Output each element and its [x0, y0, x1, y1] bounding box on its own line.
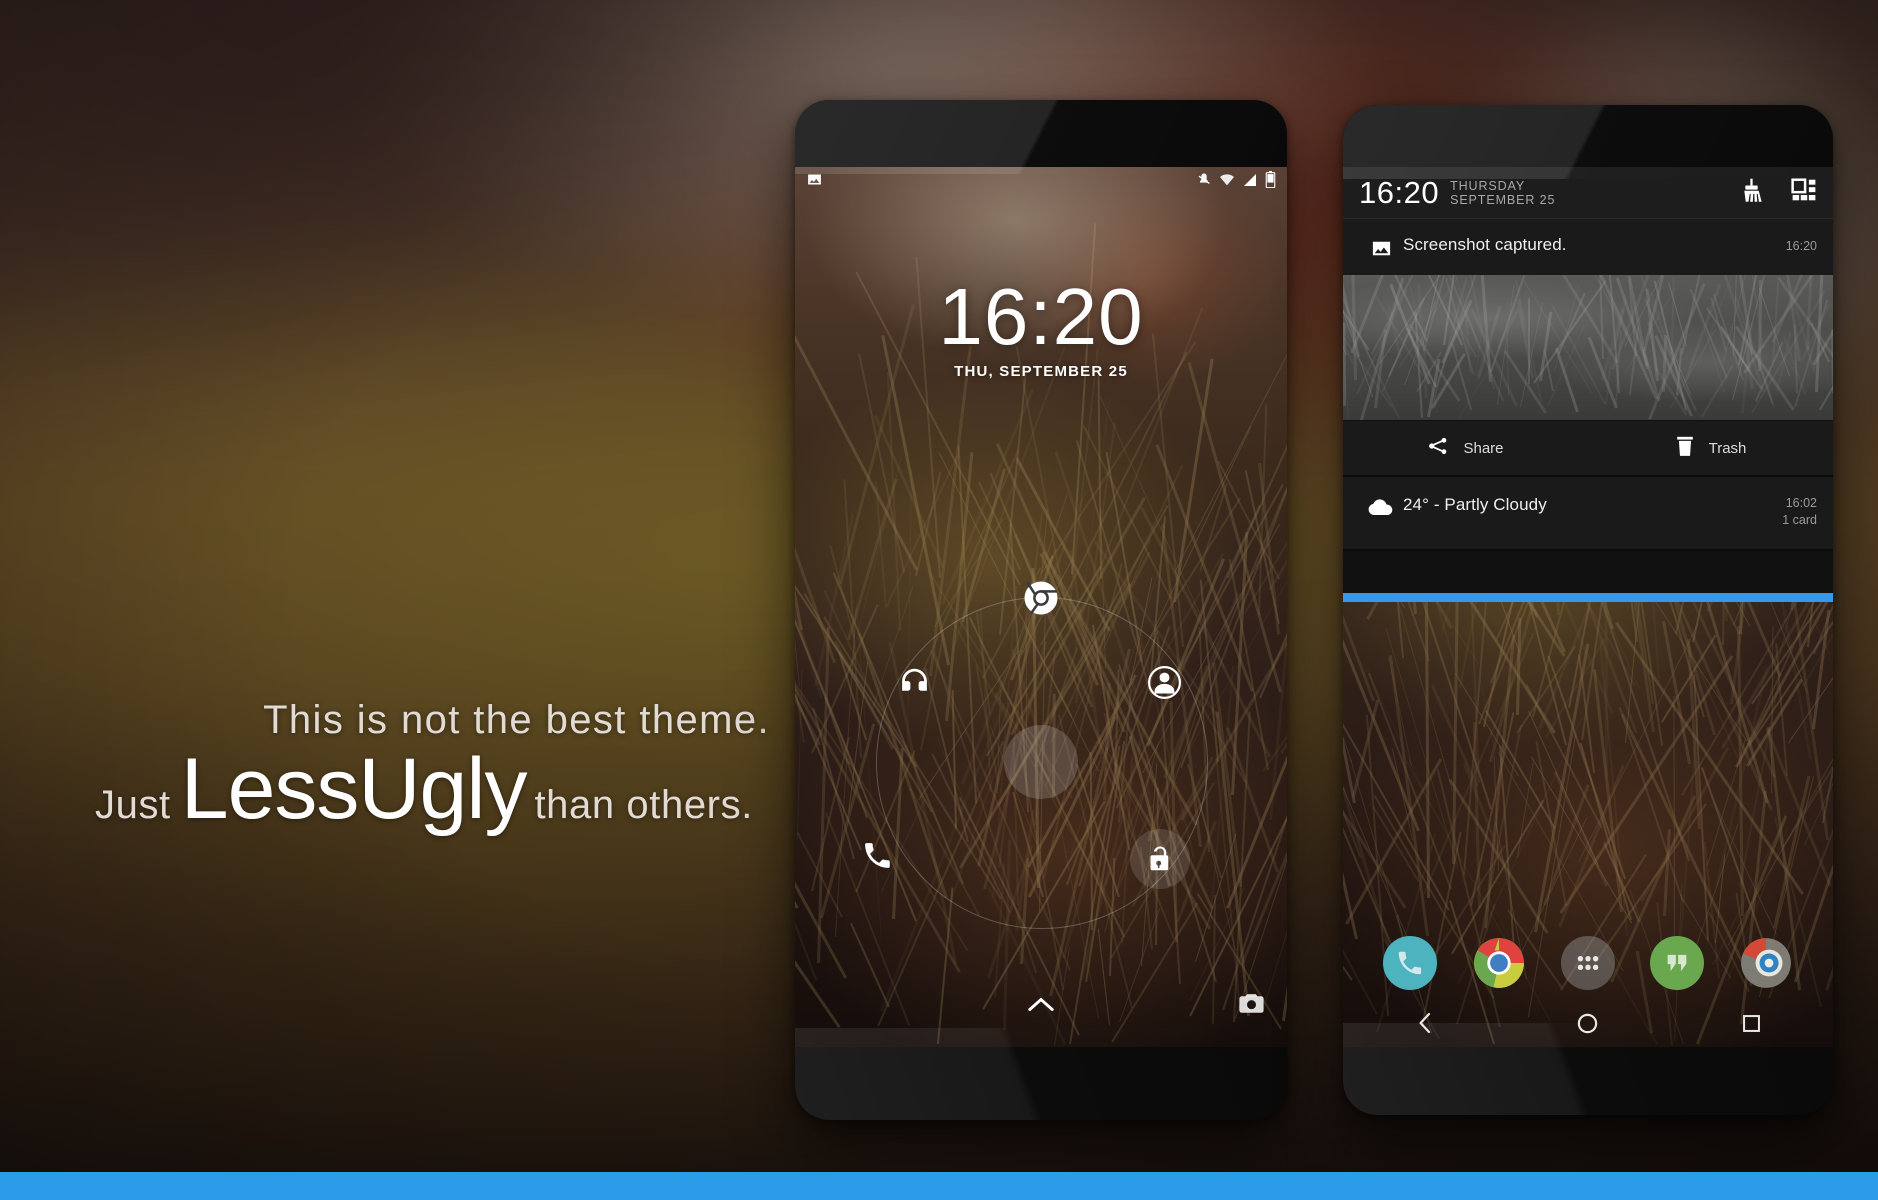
home-button[interactable] [1565, 1000, 1611, 1046]
showcase-canvas: This is not the best theme. Just LessUgl… [0, 0, 1878, 1200]
status-bar-left-icons [806, 171, 823, 193]
image-icon [806, 171, 823, 193]
mute-icon [1196, 172, 1212, 193]
shade-accent-handle[interactable] [1343, 593, 1833, 602]
notification-subtitle: 1 card [1782, 512, 1817, 529]
tagline-line-1: This is not the best theme. [95, 700, 775, 740]
notification-title: 24° - Partly Cloudy [1403, 495, 1547, 514]
battery-icon [1265, 171, 1276, 193]
shade-date: SEPTEMBER 25 [1450, 193, 1555, 207]
phone-device-notification-shade: 16:20 THURSDAY SEPTEMBER 25 Screenshot c… [1343, 105, 1833, 1115]
headphones-icon[interactable] [891, 659, 937, 705]
tagline-block: This is not the best theme. Just LessUgl… [95, 700, 775, 832]
shade-header-actions [1738, 177, 1817, 209]
cloud-icon [1359, 495, 1403, 517]
chevron-up-icon[interactable] [1026, 995, 1056, 1019]
phone-device-lockscreen: 16:20 THU, SEPTEMBER 25 [795, 100, 1287, 1120]
image-icon [1359, 235, 1403, 260]
homescreen-screen: 16:20 THURSDAY SEPTEMBER 25 Screenshot c… [1343, 167, 1833, 1047]
back-button[interactable] [1402, 1000, 1448, 1046]
notification-meta: 16:02 1 card [1782, 495, 1817, 529]
hangouts-app-icon[interactable] [1650, 936, 1704, 990]
chrome-app-icon[interactable] [1472, 936, 1526, 990]
notification-time: 16:20 [1786, 239, 1817, 253]
lockscreen-screen: 16:20 THU, SEPTEMBER 25 [795, 167, 1287, 1047]
screenshot-preview-blades [1343, 275, 1833, 420]
share-action[interactable]: Share [1343, 435, 1588, 462]
lock-handle[interactable] [1004, 725, 1078, 799]
recents-button[interactable] [1728, 1000, 1774, 1046]
notification-header-row: 24° - Partly Cloudy 16:02 1 card [1343, 477, 1833, 549]
notification-header-row: Screenshot captured. 16:20 [1343, 219, 1833, 275]
broom-icon[interactable] [1738, 177, 1765, 209]
status-bar-right-icons [1196, 171, 1276, 193]
notification-weather[interactable]: 24° - Partly Cloudy 16:02 1 card [1343, 477, 1833, 551]
lockscreen-clock: 16:20 THU, SEPTEMBER 25 [795, 279, 1287, 380]
share-icon [1427, 435, 1449, 462]
camera-app-icon[interactable] [1739, 936, 1793, 990]
notification-meta: 16:20 [1786, 235, 1817, 257]
notification-time: 16:02 [1782, 495, 1817, 512]
trash-label: Trash [1709, 440, 1747, 457]
tagline-brand-name: LessUgly [181, 746, 527, 832]
unlock-icon[interactable] [1130, 829, 1190, 889]
shade-clock-time: 16:20 [1359, 177, 1439, 208]
shade-empty-area [1343, 551, 1833, 593]
chrome-icon[interactable] [1018, 575, 1064, 621]
lockscreen-time: 16:20 [795, 279, 1287, 355]
screenshot-preview-thumbnail[interactable] [1343, 275, 1833, 420]
notification-screenshot[interactable]: Screenshot captured. 16:20 Share Trash [1343, 219, 1833, 477]
lockscreen-bottom-bar [795, 983, 1287, 1041]
tagline-than-others: than others. [534, 785, 752, 825]
lockscreen-status-bar [795, 167, 1287, 197]
notification-shade: 16:20 THURSDAY SEPTEMBER 25 Screenshot c… [1343, 167, 1833, 602]
phone-app-icon[interactable] [1383, 936, 1437, 990]
tagline-just: Just [95, 785, 171, 825]
trash-action[interactable]: Trash [1588, 435, 1833, 462]
homescreen-dock [1343, 927, 1833, 999]
signal-icon [1242, 172, 1258, 193]
quick-settings-tiles-icon[interactable] [1791, 177, 1817, 208]
contacts-icon[interactable] [1141, 659, 1187, 705]
lockscreen-date: THU, SEPTEMBER 25 [795, 363, 1287, 380]
app-drawer-icon[interactable] [1561, 936, 1615, 990]
bezel-reflection-top [795, 100, 1287, 174]
camera-icon[interactable] [1238, 993, 1265, 1020]
phone-icon[interactable] [854, 832, 900, 878]
page-accent-bar [0, 1172, 1878, 1200]
shade-header: 16:20 THURSDAY SEPTEMBER 25 [1343, 167, 1833, 219]
trash-icon [1675, 435, 1695, 462]
navigation-bar [1343, 999, 1833, 1047]
share-label: Share [1463, 440, 1503, 457]
shade-date-block: THURSDAY SEPTEMBER 25 [1450, 179, 1555, 207]
lockscreen-shortcut-ring[interactable] [876, 597, 1206, 927]
notification-body: Screenshot captured. [1403, 235, 1786, 255]
notification-body: 24° - Partly Cloudy [1403, 495, 1782, 515]
shade-day-of-week: THURSDAY [1450, 179, 1555, 193]
notification-actions: Share Trash [1343, 420, 1833, 475]
wifi-icon [1219, 172, 1235, 193]
tagline-line-2: Just LessUgly than others. [95, 746, 775, 832]
notification-title: Screenshot captured. [1403, 235, 1567, 254]
